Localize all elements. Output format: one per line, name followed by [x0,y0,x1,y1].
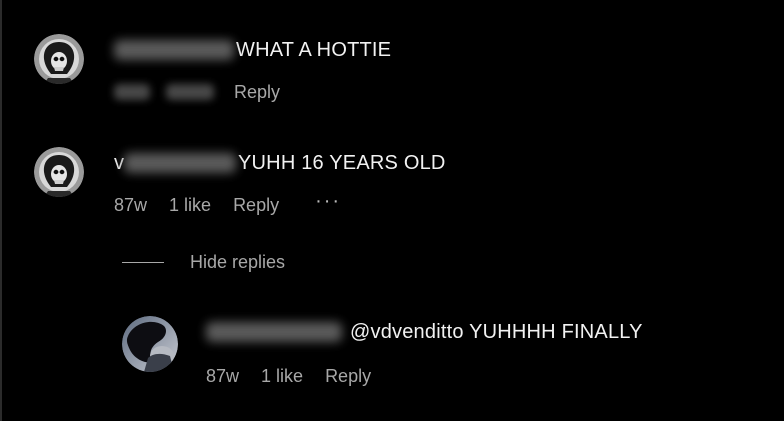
comment-text: WHAT A HOTTIE [236,39,392,61]
username-visible-part[interactable]: v [114,151,124,175]
blurred-username[interactable] [114,40,234,60]
reply-button[interactable]: Reply [325,365,371,387]
timestamp: 87w [206,366,240,386]
profile-photo-avatar[interactable] [122,316,178,372]
blurred-username[interactable] [206,322,342,342]
skull-avatar-icon[interactable] [34,34,84,84]
likes-count[interactable]: 1 like [169,194,211,216]
comment-1-meta: Reply [114,81,280,103]
comment-text: YUHH 16 YEARS OLD [238,152,446,174]
blurred-username[interactable] [124,153,236,173]
hide-replies-label: Hide replies [190,252,286,272]
more-options-icon[interactable]: ··· [315,190,341,212]
comment-2-line: v YUHH 16 YEARS OLD [114,151,446,175]
reply-meta: 87w 1 like Reply [206,365,371,387]
likes-count[interactable]: 1 like [261,365,303,387]
blurred-likes[interactable] [166,84,214,100]
reply-line: @vdvenditto YUHHHH FINALLY [206,320,643,344]
divider-dash [122,262,164,263]
reply-text: @vdvenditto YUHHHH FINALLY [350,321,643,343]
skull-avatar-icon[interactable] [34,147,84,197]
hide-replies-toggle[interactable]: Hide replies [122,252,285,273]
reply-button[interactable]: Reply [234,81,280,103]
comment-2-meta: 87w 1 like Reply ··· [114,190,341,216]
blurred-timestamp [114,84,150,100]
comment-1-line: WHAT A HOTTIE [114,38,391,62]
timestamp: 87w [114,195,148,215]
reply-button[interactable]: Reply [233,194,279,216]
window-edge [0,0,2,421]
